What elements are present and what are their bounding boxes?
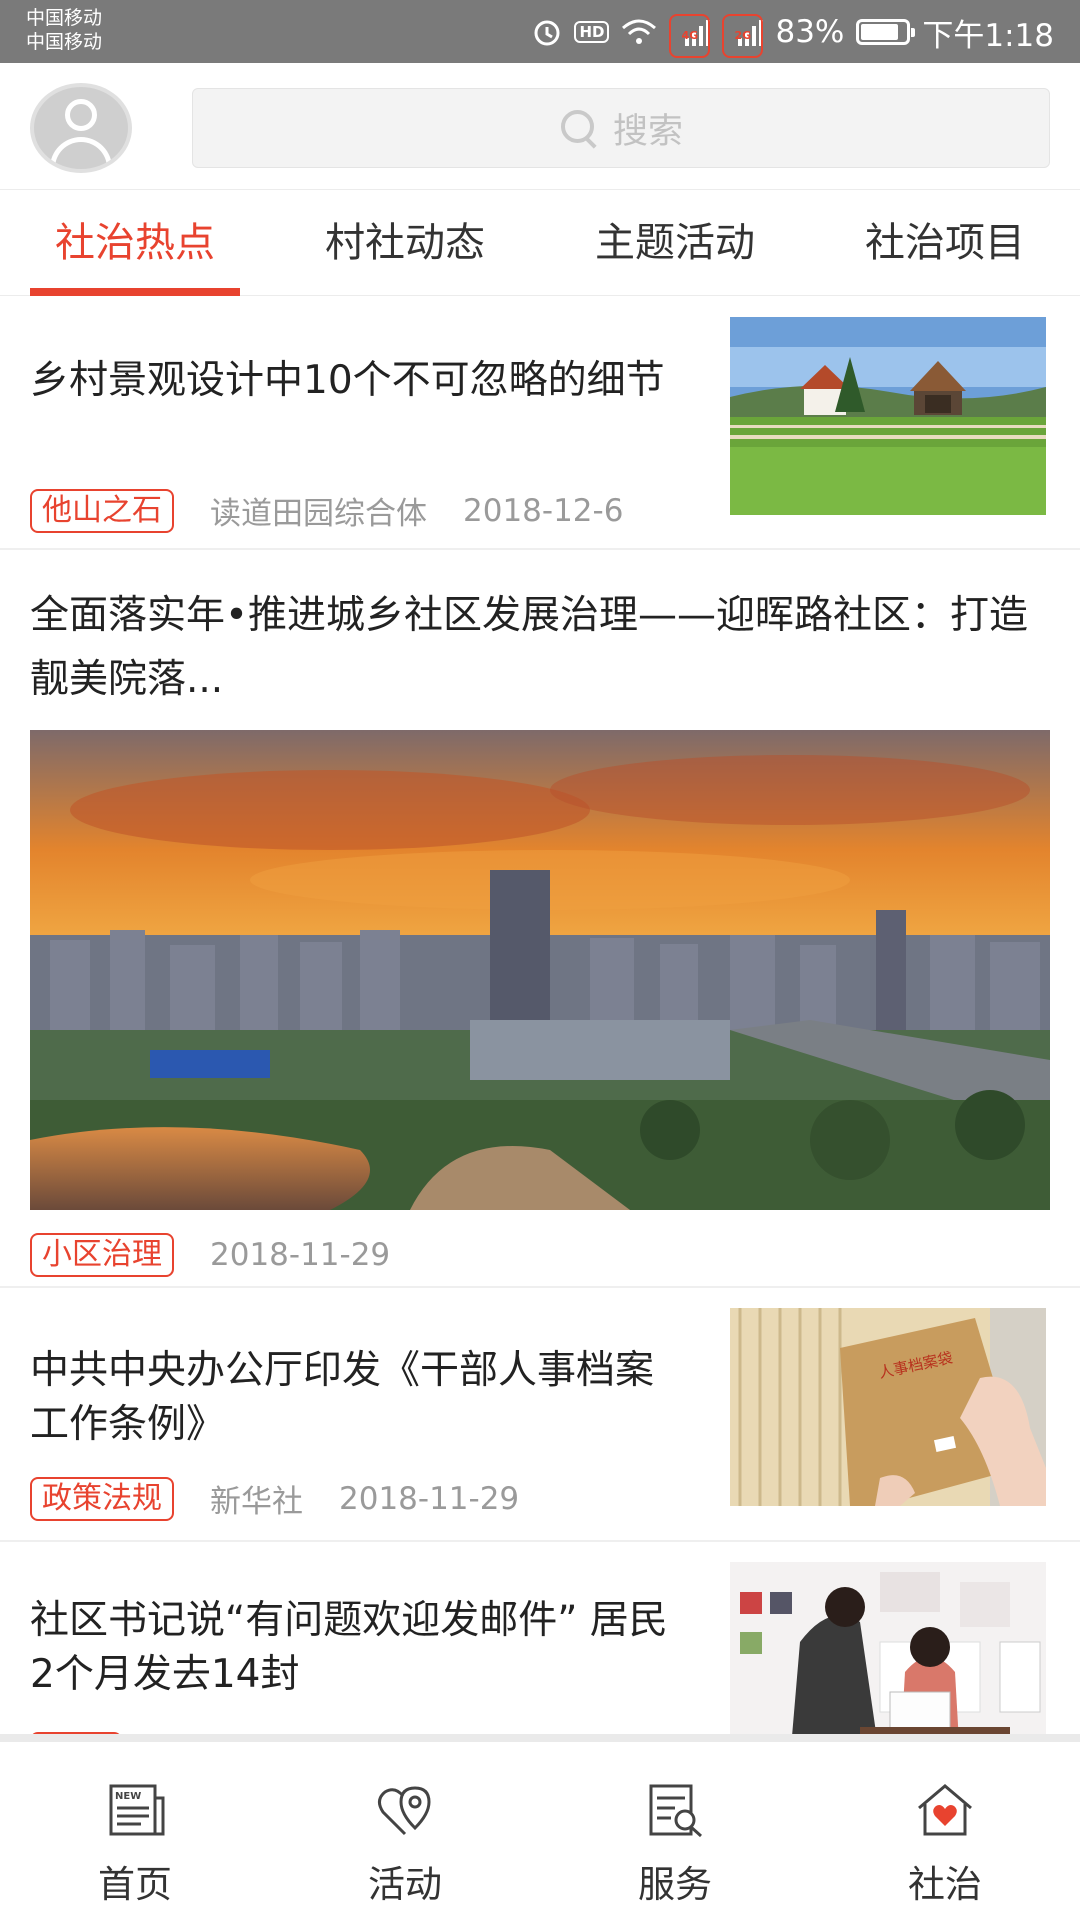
article-title: 社区书记说“有问题欢迎发邮件” 居民2个月发去14封 bbox=[30, 1598, 668, 1697]
carrier-2: 中国移动 bbox=[26, 31, 103, 53]
nav-activities[interactable]: 活动 bbox=[270, 1742, 540, 1920]
nav-governance[interactable]: 社治 bbox=[810, 1742, 1080, 1920]
document-search-icon bbox=[645, 1782, 705, 1840]
category-tag: 他山之石 bbox=[30, 488, 174, 533]
heart-location-icon bbox=[375, 1782, 435, 1840]
list-item[interactable]: 全面落实年•推进城乡社区发展治理——迎晖路社区：打造靓美院落... 小区治理 2… bbox=[0, 550, 1080, 1288]
article-meta: 小区治理 2018-11-29 bbox=[30, 1233, 390, 1277]
article-title: 中共中央办公厅印发《干部人事档案工作条例》 bbox=[30, 1348, 655, 1447]
list-item[interactable]: 中共中央办公厅印发《干部人事档案工作条例》 政策法规 新华社 2018-11-2… bbox=[0, 1288, 1080, 1542]
article-date: 2018-11-29 bbox=[210, 1237, 391, 1273]
article-title: 全面落实年•推进城乡社区发展治理——迎晖路社区：打造靓美院落... bbox=[30, 593, 1029, 702]
news-feed: 乡村景观设计中10个不可忽略的细节 他山之石 读道田园综合体 2018-12-6 bbox=[0, 296, 1080, 1734]
carrier-1: 中国移动 bbox=[26, 7, 103, 29]
hd-icon: HD bbox=[574, 21, 610, 43]
list-item[interactable]: 社区书记说“有问题欢迎发邮件” 居民2个月发去14封 bbox=[0, 1542, 1080, 1734]
svg-text:NEW: NEW bbox=[115, 1791, 141, 1802]
article-title: 乡村景观设计中10个不可忽略的细节 bbox=[30, 358, 665, 403]
article-date: 2018-11-29 bbox=[339, 1480, 520, 1517]
article-source: 读道田园综合体 bbox=[210, 496, 427, 532]
nav-label: 社治 bbox=[908, 1863, 982, 1906]
battery-percent: 83% bbox=[775, 14, 845, 50]
tab-hotspot[interactable]: 社治热点 bbox=[30, 190, 240, 296]
signal-2g-icon: 2G bbox=[722, 14, 764, 58]
category-tag: 政策法规 bbox=[30, 1476, 174, 1521]
article-meta: 他山之石 读道田园综合体 2018-12-6 bbox=[30, 488, 623, 533]
clock: 下午1:18 bbox=[922, 17, 1054, 54]
alarm-icon bbox=[532, 17, 562, 47]
category-tag: 小区治理 bbox=[30, 1233, 174, 1277]
nav-label: 服务 bbox=[638, 1863, 712, 1906]
article-date: 2018-12-6 bbox=[463, 492, 624, 529]
search-bar[interactable]: 搜索 bbox=[192, 88, 1050, 168]
header: 搜索 bbox=[0, 63, 1080, 189]
carrier-labels: 中国移动 中国移动 bbox=[26, 6, 102, 54]
article-thumbnail bbox=[730, 317, 1046, 515]
status-bar: 中国移动 中国移动 HD 4G 2G 83% 下午1:18 bbox=[0, 0, 1080, 63]
avatar[interactable] bbox=[30, 83, 132, 173]
nav-home[interactable]: NEW 首页 bbox=[0, 1742, 270, 1920]
news-icon: NEW bbox=[105, 1782, 165, 1840]
list-item[interactable]: 乡村景观设计中10个不可忽略的细节 他山之石 读道田园综合体 2018-12-6 bbox=[0, 296, 1080, 550]
nav-label: 活动 bbox=[368, 1863, 442, 1906]
article-source: 新华社 bbox=[210, 1484, 303, 1520]
search-placeholder: 搜索 bbox=[612, 111, 683, 152]
status-icons: HD 4G 2G 83% 下午1:18 bbox=[532, 8, 1054, 58]
wifi-icon bbox=[621, 18, 657, 46]
battery-icon bbox=[856, 19, 916, 45]
signal-4g-icon: 4G bbox=[669, 14, 711, 58]
tab-governance-projects[interactable]: 社治项目 bbox=[840, 190, 1050, 296]
house-heart-icon bbox=[915, 1782, 975, 1840]
active-tab-indicator bbox=[30, 288, 240, 296]
tab-theme-activities[interactable]: 主题活动 bbox=[570, 190, 780, 296]
article-meta: 政策法规 新华社 2018-11-29 bbox=[30, 1476, 519, 1521]
nav-label: 首页 bbox=[98, 1863, 172, 1906]
article-thumbnail: 人事档案袋 bbox=[730, 1308, 1046, 1506]
nav-services[interactable]: 服务 bbox=[540, 1742, 810, 1920]
tab-village-news[interactable]: 村社动态 bbox=[300, 190, 510, 296]
tab-bar: 社治热点 村社动态 主题活动 社治项目 bbox=[0, 189, 1080, 296]
article-thumbnail bbox=[730, 1562, 1046, 1734]
bottom-nav: NEW 首页 活动 服务 社治 bbox=[0, 1734, 1080, 1920]
search-icon bbox=[559, 108, 599, 148]
article-image bbox=[30, 730, 1050, 1210]
